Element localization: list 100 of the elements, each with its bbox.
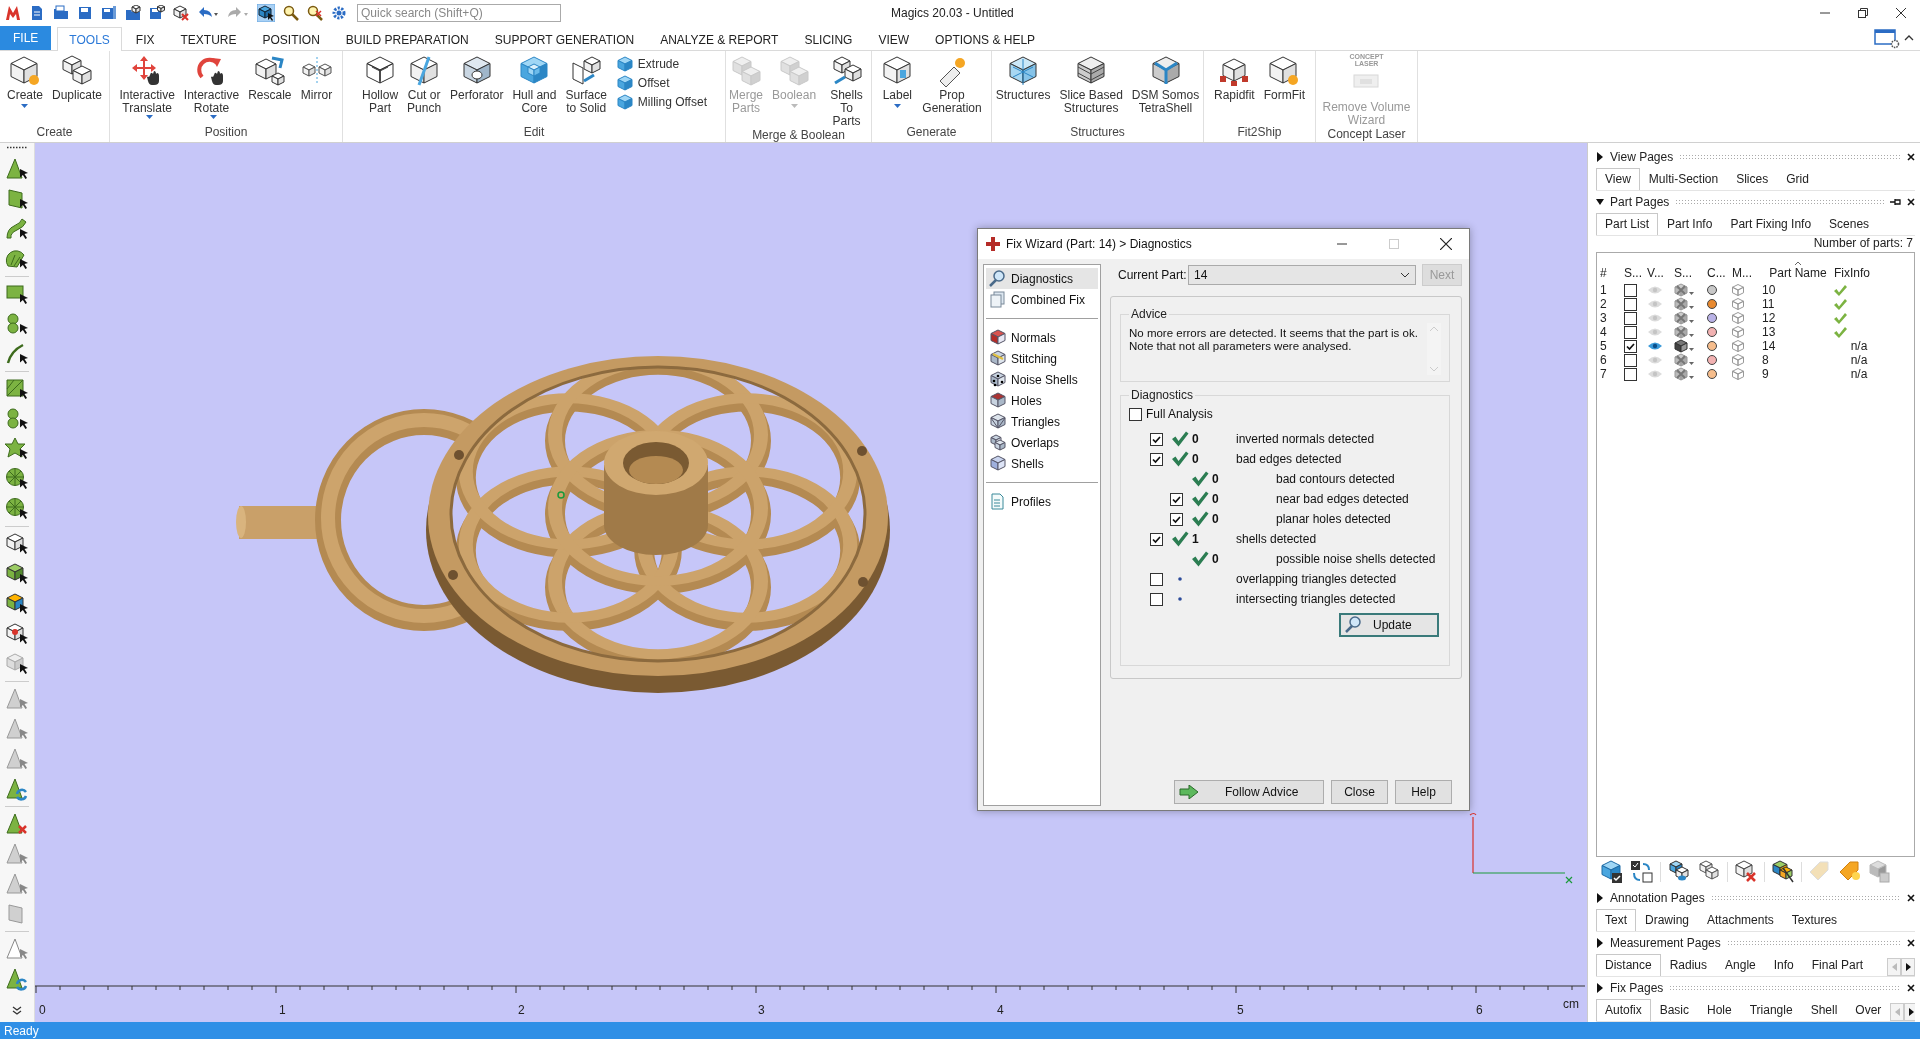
triangle-delete-icon[interactable] — [5, 812, 29, 836]
panel-tab[interactable]: Radius — [1660, 954, 1717, 976]
ribbon-tab[interactable]: FILE — [0, 26, 52, 50]
column-header[interactable]: M... — [1732, 266, 1762, 283]
quad-cursor-icon[interactable] — [5, 187, 29, 211]
ribbon-button[interactable]: Hull and Core — [509, 55, 560, 125]
checkbox[interactable] — [1624, 367, 1637, 381]
ribbon-button[interactable]: Cut or Punch — [404, 55, 445, 125]
folder-icon[interactable] — [125, 5, 141, 21]
select-cursor-icon[interactable] — [257, 4, 275, 22]
panel-tab[interactable]: Final Part — [1802, 954, 1873, 976]
column-header[interactable]: C... — [1707, 266, 1732, 283]
panel-tab[interactable]: View — [1596, 168, 1640, 190]
wheel-cursor-icon[interactable] — [5, 467, 29, 491]
ribbon-tab[interactable]: BUILD PREPARATION — [333, 27, 481, 51]
panel-tab[interactable]: Text — [1596, 909, 1636, 931]
checkbox[interactable] — [1150, 572, 1163, 586]
column-header[interactable]: S... — [1674, 266, 1707, 283]
star-cursor-icon[interactable] — [5, 437, 29, 461]
panel-tab[interactable]: Info — [1764, 954, 1803, 976]
triangle-icon[interactable] — [5, 747, 29, 771]
panel-tab[interactable]: Multi-Section — [1639, 168, 1728, 190]
panel-tab[interactable]: Part Info — [1658, 213, 1722, 235]
collapse-ribbon-icon[interactable] — [1904, 34, 1914, 42]
checkbox[interactable] — [1129, 407, 1142, 421]
collapsed-arrow-icon[interactable] — [1596, 983, 1604, 993]
nav-item[interactable]: Overlaps — [986, 432, 1098, 453]
mesh-cursor-icon[interactable] — [5, 377, 29, 401]
checkbox[interactable] — [1624, 283, 1637, 297]
checkbox[interactable] — [1624, 353, 1637, 367]
ribbon-tab[interactable]: OPTIONS & HELP — [923, 27, 1048, 51]
triangle-icon[interactable] — [5, 687, 29, 711]
panel-tab[interactable]: Drawing — [1636, 909, 1699, 931]
cube-save-icon[interactable] — [1868, 860, 1892, 884]
nav-item[interactable]: Stitching — [986, 348, 1098, 369]
delete-cube-icon[interactable] — [173, 5, 189, 21]
ribbon-button[interactable]: Slice Based Structures — [1056, 55, 1126, 125]
triangle-cursor-icon[interactable] — [5, 157, 29, 181]
close-icon[interactable] — [1907, 984, 1915, 992]
nav-item[interactable]: Holes — [986, 390, 1098, 411]
ribbon-button[interactable]: DSM Somos TetraShell — [1128, 55, 1203, 125]
crossed-cube-dropdown-icon[interactable] — [1674, 367, 1696, 381]
blob-cursor-icon[interactable] — [5, 312, 29, 336]
rectangle-cursor-icon[interactable] — [5, 282, 29, 306]
zoom-icon[interactable] — [283, 5, 299, 21]
close-icon[interactable] — [1907, 939, 1915, 947]
cube-cursor-icon[interactable] — [5, 652, 29, 676]
pin-icon[interactable] — [1890, 198, 1901, 206]
ribbon-button[interactable]: FormFit — [1260, 55, 1308, 125]
scroll-right-icon[interactable] — [1905, 963, 1911, 971]
ribbon-button[interactable]: Label — [878, 55, 917, 125]
nav-item[interactable]: Shells — [986, 453, 1098, 474]
ribbon-tab[interactable]: SLICING — [792, 27, 865, 51]
panel-tab[interactable]: Hole — [1698, 999, 1741, 1021]
ribbon-button[interactable]: Offset — [614, 74, 709, 92]
close-icon[interactable] — [1896, 8, 1906, 18]
shell-cursor-icon[interactable] — [5, 247, 29, 271]
triangle-arrows-icon[interactable] — [5, 967, 29, 991]
cube-cursor-icon[interactable] — [5, 592, 29, 616]
ribbon-button[interactable]: Hollow Part — [359, 55, 402, 125]
zoom-reset-icon[interactable] — [307, 5, 323, 21]
nav-item[interactable]: Diagnostics — [986, 268, 1098, 289]
ribbon-button[interactable]: Mirror — [297, 55, 336, 125]
panel-tab[interactable]: Shell — [1801, 999, 1847, 1021]
ribbon-button[interactable]: Rapidfit — [1211, 55, 1258, 125]
ribbon-button[interactable]: Interactive Rotate — [180, 55, 243, 125]
checkbox[interactable] — [1170, 492, 1183, 506]
ribbon-button[interactable]: Structures — [992, 55, 1054, 125]
ribbon-button[interactable]: Shells To Parts — [822, 55, 871, 128]
eye-icon[interactable] — [1647, 341, 1663, 351]
column-header[interactable]: Part Name — [1769, 266, 1827, 280]
triangle-icon[interactable] — [5, 842, 29, 866]
column-header[interactable]: FixInfo — [1834, 266, 1884, 283]
cubes-wand-icon[interactable] — [1771, 860, 1795, 884]
ribbon-button[interactable]: Create — [3, 55, 46, 125]
ribbon-button[interactable]: Surface to Solid — [562, 55, 610, 125]
panel-tab[interactable]: Triangle — [1740, 999, 1802, 1021]
expanded-arrow-icon[interactable] — [1596, 197, 1604, 207]
collapsed-arrow-icon[interactable] — [1596, 893, 1604, 903]
nav-item[interactable]: Combined Fix — [986, 289, 1098, 310]
collapsed-arrow-icon[interactable] — [1596, 152, 1604, 162]
curved-band-icon[interactable] — [5, 217, 29, 241]
panel-tab[interactable]: Over — [1846, 999, 1891, 1021]
curve-cursor-icon[interactable] — [5, 342, 29, 366]
crossed-cube-dropdown-icon[interactable] — [1674, 311, 1696, 325]
part-dropdown[interactable]: 14 — [1188, 265, 1416, 285]
panel-tab[interactable]: Textures — [1782, 909, 1847, 931]
panel-tab[interactable]: Basic — [1650, 999, 1699, 1021]
ribbon-tab[interactable]: ANALYZE & REPORT — [648, 27, 791, 51]
document-icon[interactable] — [29, 5, 45, 21]
cube-delete-icon[interactable] — [1734, 860, 1758, 884]
swap-checkbox-icon[interactable] — [1630, 860, 1654, 884]
ribbon-button[interactable]: Milling Offset — [614, 93, 709, 111]
close-icon[interactable] — [1907, 894, 1915, 902]
cube-cursor-icon[interactable] — [5, 622, 29, 646]
column-header[interactable]: # — [1600, 266, 1624, 283]
ribbon-tab[interactable]: VIEW — [866, 27, 922, 51]
panel-tab[interactable]: Distance — [1596, 954, 1661, 976]
panel-tab[interactable]: Part List — [1596, 213, 1658, 235]
cube-dropdown-icon[interactable] — [1674, 339, 1696, 353]
